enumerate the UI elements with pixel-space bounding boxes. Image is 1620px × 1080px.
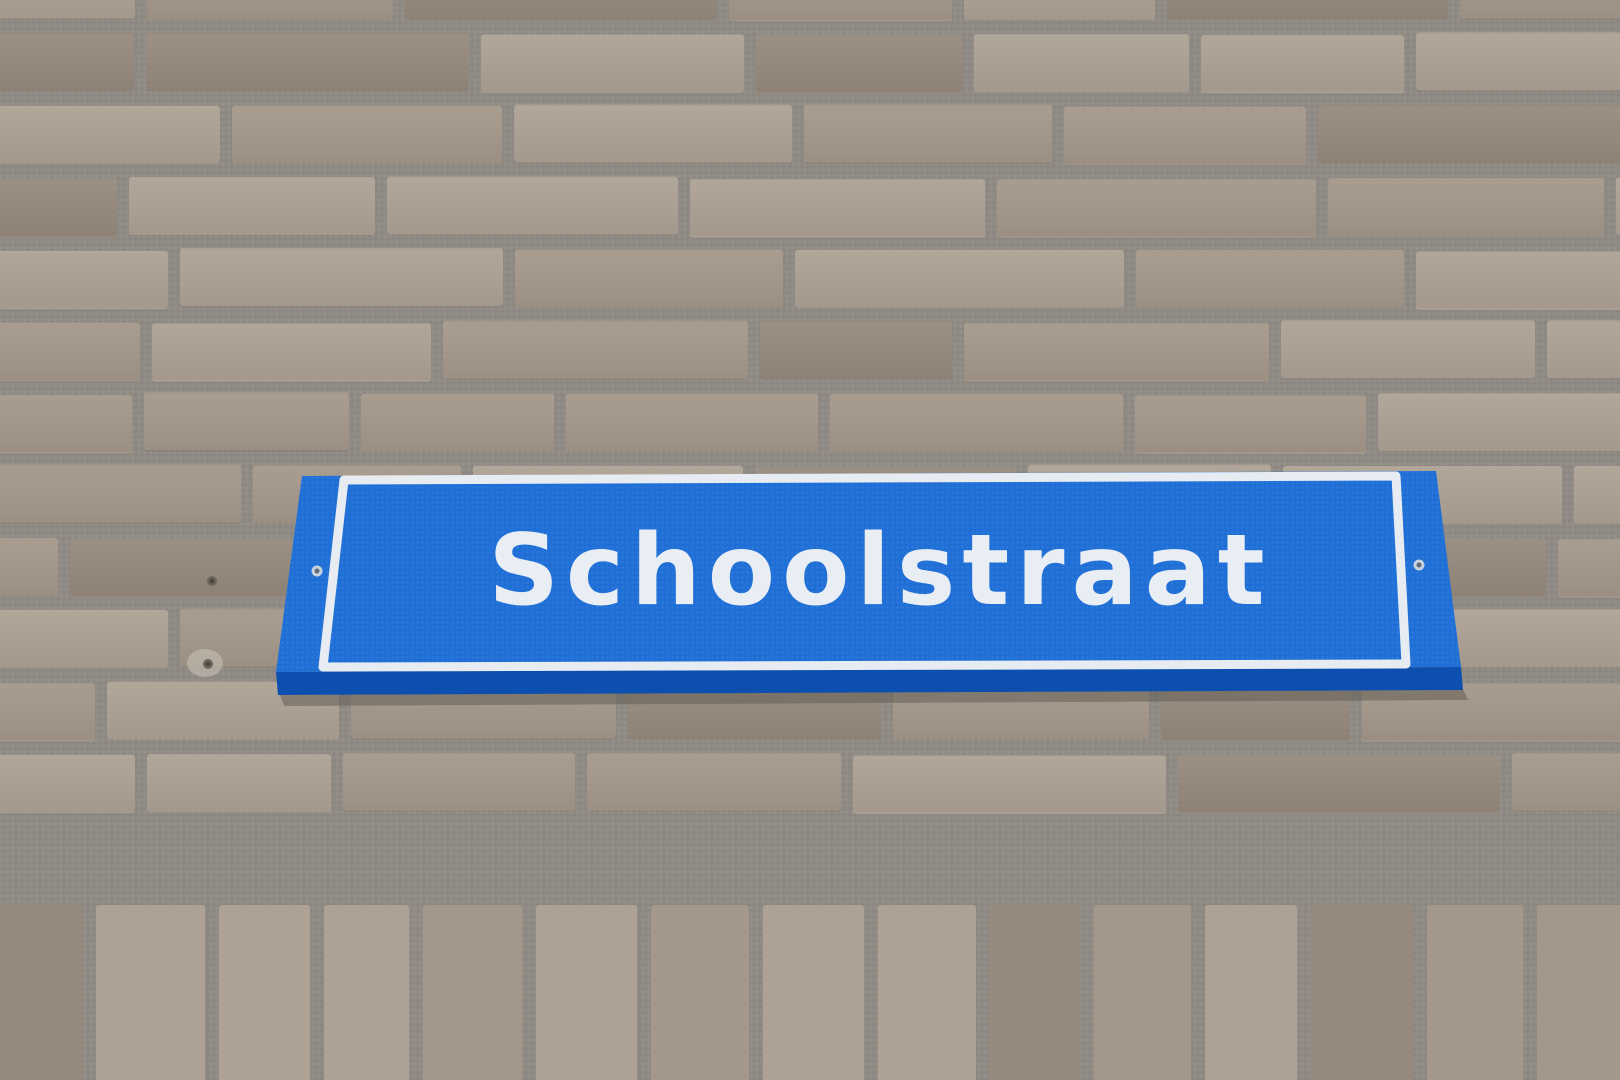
brick-shade <box>853 754 1166 812</box>
brick <box>0 905 82 1080</box>
brick-shade <box>1616 178 1620 236</box>
brick-shade <box>0 250 168 308</box>
brick-shade <box>147 0 393 20</box>
brick-shade <box>1135 394 1366 452</box>
brick-shade <box>756 34 962 92</box>
brick-shade <box>0 322 140 380</box>
brick <box>878 905 976 1080</box>
brick-shade <box>343 754 575 812</box>
brick-shade <box>0 0 135 20</box>
sign-text: Schoolstraat <box>488 514 1271 628</box>
brick-shade <box>1558 538 1620 596</box>
brick <box>536 905 637 1080</box>
brick-shade <box>1378 394 1620 452</box>
street-scene: Schoolstraat <box>0 0 1620 1080</box>
brick <box>1537 905 1620 1080</box>
brick-shade <box>964 0 1155 20</box>
brick-shade <box>566 394 818 452</box>
brick-shade <box>481 34 744 92</box>
screw-hole-icon <box>207 576 217 586</box>
brick-shade <box>1460 0 1620 20</box>
brick-shade <box>443 322 748 380</box>
brick-shade <box>690 178 985 236</box>
brick-shade <box>129 178 375 236</box>
brick-shade <box>387 178 678 236</box>
brick-shade <box>1318 106 1620 164</box>
brick-shade <box>0 34 134 92</box>
brick <box>1205 905 1297 1080</box>
brick-shade <box>804 106 1052 164</box>
brick-shade <box>144 394 349 452</box>
brick-shade <box>361 394 554 452</box>
brick-shade <box>0 538 58 596</box>
mounting-screw-icon <box>1413 559 1425 571</box>
brick-shade <box>964 322 1269 380</box>
brick-shade <box>146 34 469 92</box>
brick <box>219 905 310 1080</box>
brick-shade <box>1574 466 1620 524</box>
brick-shade <box>232 106 502 164</box>
brick-shade <box>997 178 1316 236</box>
brick <box>423 905 522 1080</box>
brick-shade <box>830 394 1123 452</box>
brick-shade <box>1281 322 1535 380</box>
brick-shade <box>1416 250 1620 308</box>
brick-shade <box>0 106 220 164</box>
brick-shade <box>515 250 783 308</box>
brick-shade <box>1416 34 1620 92</box>
brick <box>1427 905 1523 1080</box>
brick-shade <box>180 250 503 308</box>
brick-shade <box>1328 178 1604 236</box>
brick-shade <box>1064 106 1306 164</box>
brick-shade <box>1512 754 1620 812</box>
brick-shade <box>587 754 841 812</box>
brick <box>324 905 409 1080</box>
brick <box>96 905 205 1080</box>
brick-shade <box>405 0 717 20</box>
brick <box>763 905 864 1080</box>
brick-shade <box>1167 0 1448 20</box>
brick-shade <box>795 250 1124 308</box>
brick-shade <box>1178 754 1500 812</box>
brick-shade <box>514 106 792 164</box>
brick-shade <box>0 754 135 812</box>
brick-shade <box>0 394 132 452</box>
brick <box>1311 905 1413 1080</box>
brick <box>651 905 749 1080</box>
brick-shade <box>760 322 952 380</box>
brick-shade <box>974 34 1189 92</box>
brick-shade <box>1547 322 1620 380</box>
brick-shade <box>152 322 431 380</box>
street-name-sign: Schoolstraat <box>276 471 1468 706</box>
brick <box>1094 905 1191 1080</box>
brick-shade <box>0 178 117 236</box>
screw-hole-icon <box>187 649 223 677</box>
mounting-screw-icon <box>311 565 323 577</box>
brick-shade <box>0 466 241 524</box>
brick-shade <box>729 0 952 20</box>
brick-shade <box>0 682 95 740</box>
brick-shade <box>0 610 168 668</box>
brick <box>990 905 1080 1080</box>
brick-shade <box>1201 34 1404 92</box>
brick-shade <box>1136 250 1404 308</box>
brick-shade <box>147 754 331 812</box>
